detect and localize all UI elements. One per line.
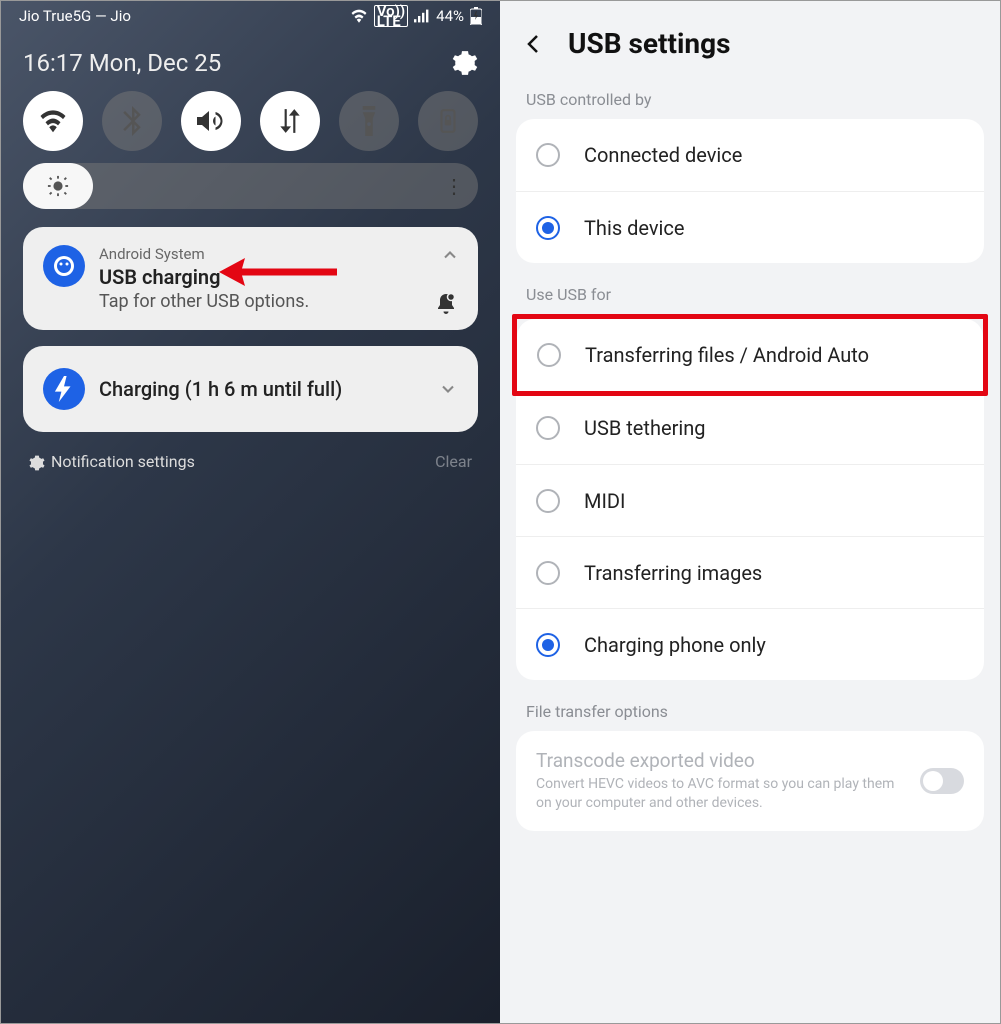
bluetooth-icon bbox=[120, 106, 144, 136]
status-icons: Vo))LTE 44% bbox=[350, 5, 482, 27]
gear-icon bbox=[29, 455, 45, 471]
option-usb-tethering[interactable]: USB tethering bbox=[516, 392, 984, 464]
option-connected-device[interactable]: Connected device bbox=[516, 119, 984, 191]
radio-selected-icon bbox=[536, 216, 560, 240]
chevron-down-icon[interactable] bbox=[438, 379, 458, 399]
battery-icon bbox=[470, 7, 482, 25]
section-usb-controlled-by: USB controlled by bbox=[500, 82, 1000, 119]
section-use-usb-for: Use USB for bbox=[500, 277, 1000, 314]
usb-controlled-group: Connected device This device bbox=[516, 119, 984, 263]
radio-icon bbox=[536, 489, 560, 513]
notification-source: Android System bbox=[99, 245, 458, 263]
transcode-title: Transcode exported video bbox=[536, 749, 908, 772]
radio-icon bbox=[536, 416, 560, 440]
option-this-device[interactable]: This device bbox=[516, 191, 984, 263]
shade-footer: Notification settings Clear bbox=[1, 446, 500, 477]
charging-notification-card[interactable]: Charging (1 h 6 m until full) bbox=[23, 346, 478, 432]
option-transferring-files[interactable]: Transferring files / Android Auto bbox=[517, 319, 983, 391]
notification-settings-link[interactable]: Notification settings bbox=[29, 452, 195, 471]
transcode-option[interactable]: Transcode exported video Convert HEVC vi… bbox=[516, 731, 984, 831]
wifi-icon bbox=[38, 109, 68, 133]
qs-bluetooth[interactable] bbox=[102, 91, 162, 151]
back-icon[interactable] bbox=[522, 32, 546, 56]
radio-icon bbox=[537, 343, 561, 367]
more-icon[interactable]: ⋮ bbox=[444, 174, 464, 198]
chevron-up-icon[interactable] bbox=[440, 245, 460, 265]
usb-settings-panel: USB settings USB controlled by Connected… bbox=[500, 1, 1000, 1023]
brightness-slider-row: ⋮ bbox=[1, 163, 500, 227]
qs-rotation[interactable] bbox=[418, 91, 478, 151]
brightness-slider[interactable]: ⋮ bbox=[23, 163, 478, 209]
data-arrows-icon bbox=[277, 107, 303, 135]
notification-shade-panel: Jio True5G — Jio Vo))LTE 44% 16:17 Mon, … bbox=[1, 1, 500, 1023]
qs-sound[interactable] bbox=[181, 91, 241, 151]
volte-icon: Vo))LTE bbox=[374, 5, 408, 27]
page-title: USB settings bbox=[568, 27, 730, 60]
usb-notification-card[interactable]: Android System USB charging Tap for othe… bbox=[23, 227, 478, 330]
option-charging-only[interactable]: Charging phone only bbox=[516, 608, 984, 680]
settings-header: USB settings bbox=[500, 1, 1000, 82]
radio-icon bbox=[536, 143, 560, 167]
charging-title: Charging (1 h 6 m until full) bbox=[99, 377, 424, 401]
use-usb-for-group: USB tethering MIDI Transferring images C… bbox=[516, 392, 984, 680]
qs-data[interactable] bbox=[260, 91, 320, 151]
flashlight-icon bbox=[360, 106, 378, 136]
status-bar: Jio True5G — Jio Vo))LTE 44% bbox=[1, 1, 500, 31]
option-transferring-images[interactable]: Transferring images bbox=[516, 536, 984, 608]
android-system-icon bbox=[43, 245, 85, 287]
wifi-icon bbox=[350, 9, 368, 23]
notification-title: USB charging bbox=[99, 265, 458, 289]
speaker-icon bbox=[197, 109, 225, 133]
clear-button[interactable]: Clear bbox=[435, 452, 472, 471]
charging-icon bbox=[43, 368, 85, 410]
qs-wifi[interactable] bbox=[23, 91, 83, 151]
notification-subtitle: Tap for other USB options. bbox=[99, 291, 458, 312]
settings-gear-icon[interactable] bbox=[452, 50, 478, 76]
option-midi[interactable]: MIDI bbox=[516, 464, 984, 536]
toggle-switch[interactable] bbox=[920, 768, 964, 794]
quick-settings-row bbox=[1, 91, 500, 163]
transcode-description: Convert HEVC videos to AVC format so you… bbox=[536, 775, 908, 813]
shade-header: 16:17 Mon, Dec 25 bbox=[1, 31, 500, 91]
brightness-icon bbox=[47, 175, 69, 197]
highlight-annotation: Transferring files / Android Auto bbox=[512, 314, 988, 396]
battery-percent: 44% bbox=[436, 7, 464, 25]
shade-datetime: 16:17 Mon, Dec 25 bbox=[23, 49, 221, 77]
radio-icon bbox=[536, 561, 560, 585]
radio-selected-icon bbox=[536, 633, 560, 657]
bell-icon[interactable] bbox=[434, 292, 458, 316]
section-file-transfer-options: File transfer options bbox=[500, 694, 1000, 731]
rotation-lock-icon bbox=[435, 108, 461, 134]
qs-flashlight[interactable] bbox=[339, 91, 399, 151]
signal-icon bbox=[414, 9, 430, 23]
carrier-label: Jio True5G — Jio bbox=[19, 7, 131, 25]
